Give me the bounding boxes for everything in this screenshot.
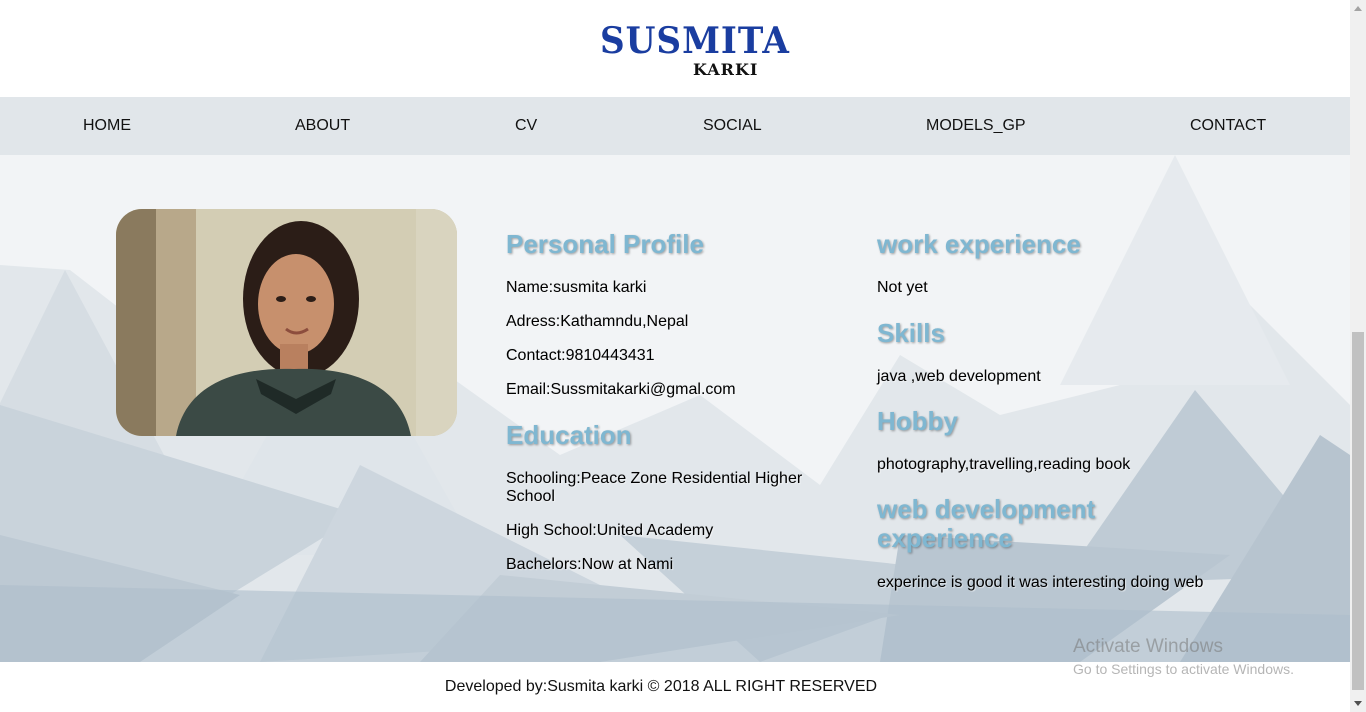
education-bachelors: Bachelors:Now at Nami [506,556,674,573]
work-experience-heading: work experience [877,229,1081,259]
web-dev-heading: web development experience [877,494,1096,553]
nav-item-social[interactable]: SOCIAL [703,97,762,155]
nav-item-about[interactable]: ABOUT [295,97,350,155]
profile-email: Email:Sussmitakarki@gmal.com [506,381,736,398]
education-schooling: Schooling:Peace Zone Residential Higher … [506,470,803,505]
scroll-down-arrow-icon[interactable] [1350,695,1366,712]
nav-item-models-gp[interactable]: MODELS_GP [926,97,1026,155]
education-heading: Education [506,420,632,450]
hobby-heading: Hobby [877,406,958,436]
hobby-text: photography,travelling,reading book [877,456,1131,473]
scrollbar-thumb[interactable] [1352,332,1364,690]
skills-heading: Skills [877,318,945,348]
education-high-school: High School:United Academy [506,522,714,539]
personal-profile-heading: Personal Profile [506,229,704,259]
main-nav: HOME ABOUT CV SOCIAL MODELS_GP CONTACT [0,97,1350,155]
profile-name: Name:susmita karki [506,279,647,296]
logo-main-text: SUSMITA [600,20,790,62]
experience-column: work experience Not yet Skills java ,web… [877,155,1237,662]
profile-photo [116,209,457,436]
logo-sub-text: KARKI [693,60,759,79]
activate-windows-title: Activate Windows [1073,636,1223,657]
skills-text: java ,web development [877,368,1041,385]
profile-contact: Contact:9810443431 [506,347,655,364]
page: SUSMITA KARKI HOME ABOUT CV SOCIAL MODEL… [0,0,1350,712]
site-logo[interactable]: SUSMITA KARKI [596,20,789,84]
nav-item-contact[interactable]: CONTACT [1190,97,1266,155]
profile-education-column: Personal Profile Name:susmita karki Adre… [506,155,846,662]
nav-item-home[interactable]: HOME [83,97,131,155]
scroll-up-arrow-icon[interactable] [1350,0,1366,17]
header: SUSMITA KARKI [0,0,1350,97]
work-experience-text: Not yet [877,279,928,296]
activate-windows-subtitle: Go to Settings to activate Windows. [1073,661,1294,677]
nav-item-cv[interactable]: CV [515,97,537,155]
profile-address: Adress:Kathamndu,Nepal [506,313,689,330]
footer-copyright: Developed by:Susmita karki © 2018 ALL RI… [444,678,878,695]
activate-windows-watermark: Activate Windows Go to Settings to activ… [1073,636,1294,680]
main-content: Personal Profile Name:susmita karki Adre… [0,155,1350,662]
vertical-scrollbar[interactable] [1350,0,1366,712]
web-dev-text: experince is good it was interesting doi… [877,574,1204,591]
